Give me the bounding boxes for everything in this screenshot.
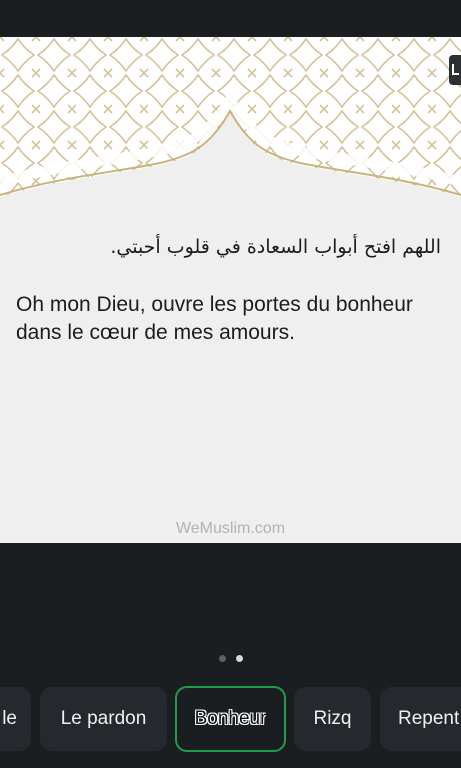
ornamental-header (0, 37, 461, 222)
category-chip-repent[interactable]: Repent (380, 687, 461, 751)
category-chip-bonheur[interactable]: Bonheur (175, 686, 286, 752)
chip-label: Bonheur (194, 708, 267, 729)
chip-label: le (2, 708, 17, 729)
dua-card[interactable]: اللهم افتح أبواب السعادة في قلوب أحبتي. … (0, 37, 461, 543)
chip-label: Le pardon (60, 708, 147, 729)
category-chip-le[interactable]: le (0, 687, 31, 751)
pager-dot-active[interactable] (235, 655, 243, 662)
chip-label: Repent (398, 708, 460, 729)
screen: اللهم افتح أبواب السعادة في قلوب أحبتي. … (0, 0, 461, 768)
category-chip-le-pardon[interactable]: Le pardon (40, 687, 167, 751)
pager-dots (0, 655, 461, 665)
french-translation: Oh mon Dieu, ouvre les portes du bonheur… (16, 293, 413, 344)
category-chip-rizq[interactable]: Rizq (294, 687, 371, 751)
pager-dot[interactable] (218, 655, 226, 662)
share-icon[interactable] (449, 55, 461, 85)
chip-label: Rizq (313, 708, 352, 729)
watermark: WeMuslim.com (175, 520, 286, 537)
category-chips: le Le pardon Bonheur Rizq Repent (0, 686, 461, 752)
arabic-dua-text: اللهم افتح أبواب السعادة في قلوب أحبتي. (110, 236, 441, 258)
